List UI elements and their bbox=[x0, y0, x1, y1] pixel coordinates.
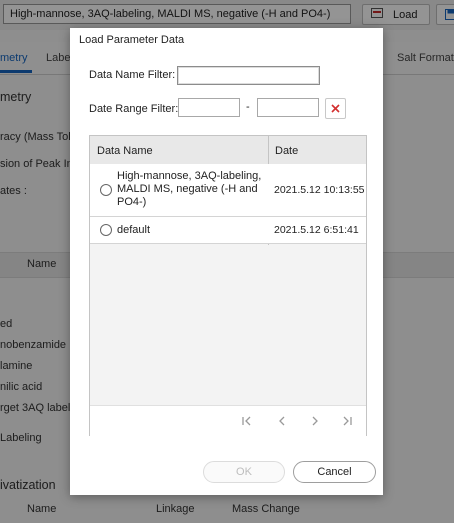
table-header: Data Name Date bbox=[90, 136, 366, 165]
date-cell: 2021.5.12 10:13:55 bbox=[274, 184, 365, 196]
first-page-icon[interactable] bbox=[240, 414, 254, 428]
row-radio[interactable] bbox=[100, 224, 112, 236]
next-page-icon[interactable] bbox=[308, 414, 322, 428]
table-pagination bbox=[90, 405, 366, 436]
date-to-input[interactable] bbox=[257, 98, 319, 117]
date-from-input[interactable] bbox=[178, 98, 240, 117]
cancel-button[interactable]: Cancel bbox=[293, 461, 376, 483]
table-row[interactable]: default 2021.5.12 6:51:41 bbox=[90, 217, 366, 244]
load-parameter-dialog: Load Parameter Data Data Name Filter: Da… bbox=[70, 28, 383, 495]
data-name-cell: High-mannose, 3AQ-labeling, MALDI MS, ne… bbox=[117, 170, 262, 208]
close-icon bbox=[331, 104, 340, 113]
row-radio[interactable] bbox=[100, 184, 112, 196]
column-header-data-name: Data Name bbox=[97, 145, 153, 157]
data-name-filter-input[interactable] bbox=[177, 66, 320, 85]
column-header-date: Date bbox=[275, 145, 299, 157]
last-page-icon[interactable] bbox=[340, 414, 354, 428]
dialog-title: Load Parameter Data bbox=[79, 34, 185, 46]
parameter-data-table: Data Name Date High-mannose, 3AQ-labelin… bbox=[89, 135, 367, 436]
table-row[interactable]: High-mannose, 3AQ-labeling, MALDI MS, ne… bbox=[90, 164, 366, 217]
date-range-separator: - bbox=[246, 101, 250, 113]
clear-date-button[interactable] bbox=[325, 98, 346, 119]
data-name-cell: default bbox=[117, 224, 151, 236]
date-cell: 2021.5.12 6:51:41 bbox=[274, 224, 359, 236]
previous-page-icon[interactable] bbox=[275, 414, 289, 428]
data-name-filter-label: Data Name Filter: bbox=[89, 69, 176, 81]
ok-button[interactable]: OK bbox=[203, 461, 285, 483]
date-range-filter-label: Date Range Filter: bbox=[89, 103, 179, 115]
